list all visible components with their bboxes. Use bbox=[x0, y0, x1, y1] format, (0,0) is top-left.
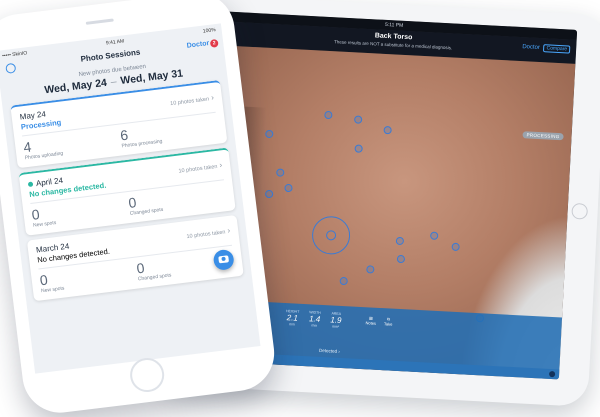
stat-width: WIDTH 1.4 mm bbox=[308, 310, 321, 328]
processing-badge: PROCESSING bbox=[522, 131, 564, 141]
status-dot bbox=[27, 181, 34, 188]
stat-height-value: 2.1 bbox=[286, 313, 299, 323]
selected-spot-target[interactable] bbox=[311, 215, 352, 256]
photos-button[interactable]: ⧉ Take bbox=[384, 316, 393, 326]
spot-marker[interactable] bbox=[383, 125, 392, 135]
phone-screen: ••••• SkinIO 9:41 AM 100% Photo Sessions… bbox=[0, 23, 261, 374]
phone-device: ••••• SkinIO 9:41 AM 100% Photo Sessions… bbox=[0, 0, 279, 417]
tool-buttons: ▤ Notes ⧉ Take bbox=[365, 315, 392, 326]
compare-button[interactable]: Compare bbox=[543, 44, 571, 54]
stat-area-unit: mm² bbox=[331, 324, 340, 329]
stat-left: 4 Photos uploading bbox=[23, 128, 122, 161]
doctor-label: Doctor bbox=[186, 40, 210, 50]
date-separator: – bbox=[110, 75, 118, 89]
stat-height: HEIGHT 2.1 mm bbox=[285, 309, 299, 327]
detected-toggle[interactable]: Detected › bbox=[319, 348, 340, 354]
spot-marker[interactable] bbox=[284, 183, 293, 193]
spot-marker[interactable] bbox=[353, 115, 363, 124]
doctor-button[interactable]: Doctor 2 bbox=[186, 33, 220, 57]
spot-marker[interactable] bbox=[276, 168, 285, 177]
gear-icon[interactable] bbox=[5, 62, 17, 74]
doctor-badge: 2 bbox=[209, 38, 219, 48]
stat-right: 0 Changed spots bbox=[128, 183, 227, 217]
notes-button[interactable]: ▤ Notes bbox=[365, 315, 377, 326]
stat-width-unit: mm bbox=[311, 323, 318, 328]
detected-label: Detected bbox=[318, 347, 338, 354]
stat-area: AREA 1.9 mm² bbox=[330, 311, 342, 329]
spot-marker[interactable] bbox=[429, 231, 439, 240]
tablet-doctor-label[interactable]: Doctor bbox=[522, 44, 540, 51]
spot-marker[interactable] bbox=[354, 144, 363, 153]
notes-label: Notes bbox=[365, 320, 377, 326]
spot-marker[interactable] bbox=[339, 276, 348, 286]
close-icon[interactable] bbox=[548, 370, 556, 378]
tablet-status-time: 5:11 PM bbox=[384, 21, 404, 29]
measurement-stats: HEIGHT 2.1 mm WIDTH 1.4 mm AREA 1.9 mm² bbox=[285, 309, 342, 329]
spot-marker[interactable] bbox=[395, 236, 405, 246]
spot-marker[interactable] bbox=[324, 110, 333, 120]
spot-marker[interactable] bbox=[264, 189, 274, 199]
stat-right: 6 Photos processing bbox=[119, 116, 218, 150]
spot-marker[interactable] bbox=[265, 129, 274, 139]
phone-home-button[interactable] bbox=[128, 356, 167, 394]
spot-marker[interactable] bbox=[366, 265, 375, 274]
photos-label: Take bbox=[383, 321, 393, 327]
phone-speaker bbox=[85, 18, 114, 25]
nav-title: Photo Sessions bbox=[80, 47, 141, 64]
stat-height-unit: mm bbox=[288, 322, 295, 327]
stat-left: 0 New spots bbox=[39, 261, 138, 294]
tablet-home-button[interactable] bbox=[571, 202, 589, 220]
stat-left: 0 New spots bbox=[31, 195, 130, 229]
spot-marker[interactable] bbox=[451, 242, 460, 252]
spot-marker[interactable] bbox=[396, 254, 406, 264]
